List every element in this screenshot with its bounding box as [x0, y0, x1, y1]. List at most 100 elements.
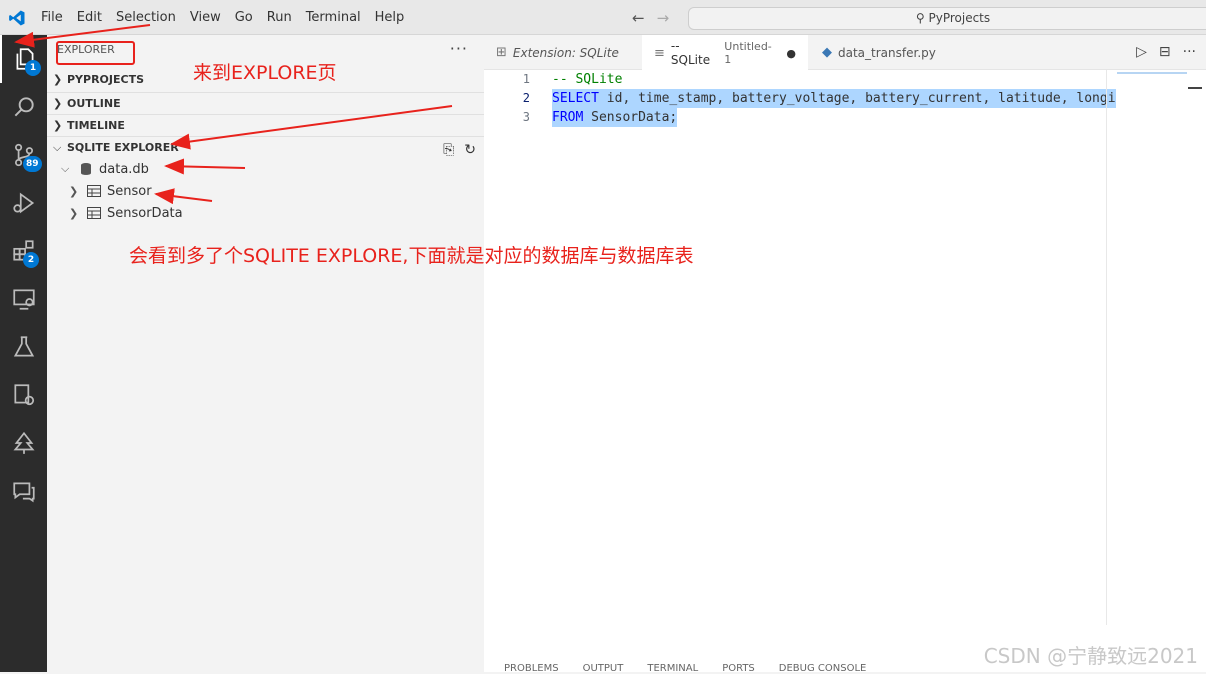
vscode-logo-icon — [9, 10, 25, 26]
table-name: SensorData — [107, 205, 183, 221]
tab-sqlite-untitled[interactable]: ≡ -- SQLite Untitled-1 ● — [642, 35, 808, 71]
explorer-badge: 1 — [25, 60, 41, 76]
line-number: 1 — [522, 72, 530, 86]
section-outline[interactable]: ❯ OUTLINE — [47, 92, 484, 114]
activity-chat[interactable] — [0, 467, 47, 515]
unsaved-dot-icon[interactable]: ● — [786, 47, 796, 60]
activity-remote-explorer[interactable] — [0, 275, 47, 323]
python-icon: ◆ — [822, 45, 832, 60]
extensions-badge: 2 — [23, 252, 39, 268]
menu-go[interactable]: Go — [228, 10, 260, 25]
annotation-highlight-box — [56, 41, 135, 65]
chat-icon — [12, 482, 35, 503]
menu-run[interactable]: Run — [260, 10, 299, 25]
more-actions-icon[interactable]: ··· — [1183, 44, 1196, 60]
database-name: data.db — [99, 161, 149, 177]
split-editor-icon[interactable]: ⊟ — [1159, 44, 1171, 60]
tree-icon — [12, 431, 35, 454]
search-icon: ⚲ — [915, 11, 925, 25]
tab-sublabel: Untitled-1 — [724, 40, 772, 66]
tab-label: Extension: SQLite — [512, 45, 619, 60]
menu-view[interactable]: View — [183, 10, 228, 25]
select-columns: id, time_stamp, battery_voltage, battery… — [598, 91, 1116, 106]
more-actions-icon[interactable]: ··· — [450, 39, 468, 58]
menu-selection[interactable]: Selection — [109, 10, 183, 25]
scrollbar-marker[interactable] — [1188, 87, 1202, 89]
annotation-bottom: 会看到多了个SQLITE EXPLORE,下面就是对应的数据库与数据库表 — [129, 245, 694, 267]
chevron-right-icon: ❯ — [53, 97, 63, 110]
activity-run-debug[interactable] — [0, 179, 47, 227]
activity-bar: 1 89 2 — [0, 35, 47, 672]
chevron-right-icon: ❯ — [69, 206, 79, 220]
section-label: OUTLINE — [67, 97, 121, 110]
table-icon — [87, 207, 101, 219]
editor-area: ⊞ Extension: SQLite ≡ -- SQLite Untitled… — [484, 35, 1206, 674]
annotation-top: 来到EXPLORE页 — [193, 62, 337, 84]
tab-label: data_transfer.py — [838, 45, 936, 60]
from-table: SensorData; — [583, 110, 678, 125]
activity-explorer[interactable]: 1 — [0, 35, 47, 83]
panel-tabs: PROBLEMS OUTPUT TERMINAL PORTS DEBUG CON… — [504, 663, 866, 674]
tree-item-database[interactable]: ⌵ data.db — [61, 158, 149, 180]
activity-extensions[interactable]: 2 — [0, 227, 47, 275]
code-comment: -- SQLite — [552, 72, 623, 87]
menu-file[interactable]: File — [34, 10, 70, 25]
editor-actions: ▷ ⊟ ··· — [1136, 44, 1196, 60]
activity-testing[interactable] — [0, 323, 47, 371]
flask-icon — [13, 336, 34, 357]
minimap-line — [1117, 72, 1187, 74]
tree-item-table-sensordata[interactable]: ❯ SensorData — [69, 202, 183, 224]
run-icon[interactable]: ▷ — [1136, 44, 1147, 60]
activity-tree-view[interactable] — [0, 419, 47, 467]
remote-explorer-icon — [12, 289, 35, 310]
lines-icon: ≡ — [654, 45, 665, 61]
chevron-down-icon: ⌵ — [53, 141, 62, 154]
code-text-selected: SELECT id, time_stamp, battery_voltage, … — [552, 89, 1116, 108]
sidebar-explorer: EXPLORER ··· ❯ PYPROJECTS ❯ OUTLINE ❯ TI… — [47, 35, 484, 672]
tab-extension-sqlite[interactable]: ⊞ Extension: SQLite — [484, 35, 639, 70]
table-icon — [87, 185, 101, 197]
panel-tab-output[interactable]: OUTPUT — [583, 663, 624, 674]
section-label: SQLITE EXPLORER — [67, 141, 179, 154]
run-debug-icon — [12, 192, 34, 214]
panel-tab-ports[interactable]: PORTS — [722, 663, 755, 674]
command-center-search[interactable]: ⚲ PyProjects — [688, 7, 1206, 30]
section-label: PYPROJECTS — [67, 73, 145, 86]
forward-arrow-icon[interactable]: → — [657, 9, 670, 27]
chevron-right-icon: ❯ — [69, 184, 79, 198]
menu-terminal[interactable]: Terminal — [299, 10, 368, 25]
section-label: TIMELINE — [67, 119, 125, 132]
back-arrow-icon[interactable]: ← — [632, 9, 645, 27]
search-label: PyProjects — [928, 11, 991, 25]
minimap[interactable] — [1106, 70, 1187, 625]
nav-arrows: ← → — [632, 9, 669, 27]
keyword-select: SELECT — [552, 91, 599, 106]
tab-data-transfer[interactable]: ◆ data_transfer.py — [810, 35, 960, 70]
activity-source-control[interactable]: 89 — [0, 131, 47, 179]
tree-item-table-sensor[interactable]: ❯ Sensor — [69, 180, 152, 202]
watermark: CSDN @宁静致远2021 — [983, 644, 1198, 668]
panel-tab-problems[interactable]: PROBLEMS — [504, 663, 559, 674]
chevron-down-icon: ⌵ — [61, 162, 70, 175]
menu-bar: File Edit Selection View Go Run Terminal… — [34, 0, 411, 35]
code-text-selected: FROM SensorData; — [552, 108, 678, 127]
chevron-right-icon: ❯ — [53, 119, 63, 132]
activity-settings-sync[interactable] — [0, 371, 47, 419]
tab-label: -- SQLite — [670, 39, 711, 67]
panel-tab-debug-console[interactable]: DEBUG CONSOLE — [779, 663, 867, 674]
sqlite-actions: ⎘ ↻ — [443, 139, 476, 161]
section-timeline[interactable]: ❯ TIMELINE — [47, 114, 484, 136]
menu-help[interactable]: Help — [368, 10, 412, 25]
refresh-icon[interactable]: ↻ — [464, 139, 476, 161]
panel-tab-terminal[interactable]: TERMINAL — [647, 663, 698, 674]
search-icon — [14, 97, 34, 117]
table-name: Sensor — [107, 183, 152, 199]
menu-edit[interactable]: Edit — [70, 10, 109, 25]
new-query-icon[interactable]: ⎘ — [443, 139, 454, 161]
section-sqlite-explorer[interactable]: ⌵ SQLITE EXPLORER ⎘ ↻ — [47, 136, 484, 158]
source-control-badge: 89 — [23, 156, 42, 172]
activity-search[interactable] — [0, 83, 47, 131]
gear-document-icon — [13, 384, 34, 406]
line-number: 2 — [522, 91, 530, 105]
extension-icon: ⊞ — [496, 45, 507, 60]
